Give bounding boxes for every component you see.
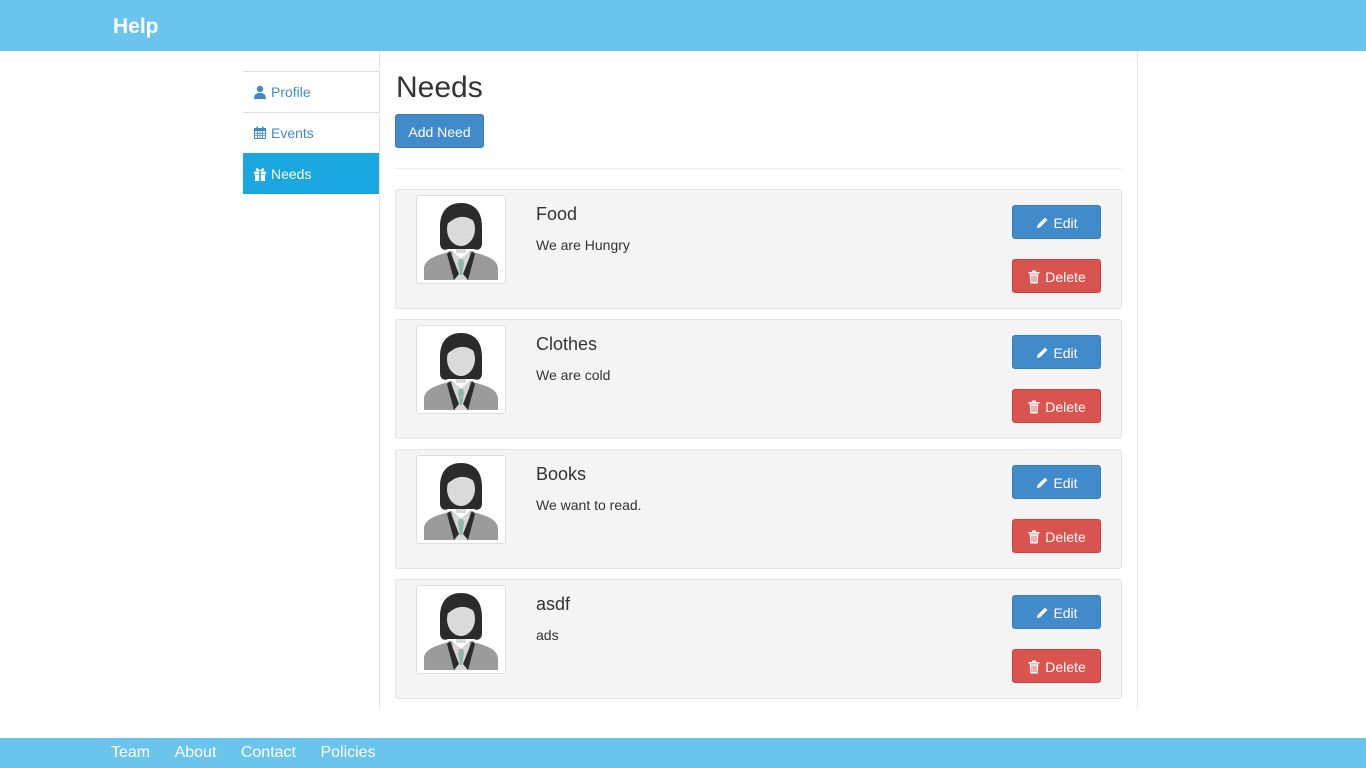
- sidebar-item-profile[interactable]: Profile: [243, 71, 379, 112]
- need-card: Clothes We are cold Edit Delete: [395, 319, 1122, 439]
- footer-link-team[interactable]: Team: [111, 738, 150, 768]
- delete-button[interactable]: Delete: [1012, 519, 1101, 553]
- add-need-button[interactable]: Add Need: [395, 114, 484, 148]
- sidebar-item-label: Events: [271, 125, 314, 141]
- need-description: We want to read.: [536, 497, 642, 513]
- need-description: We are cold: [536, 367, 611, 383]
- need-description: ads: [536, 627, 559, 643]
- edit-button[interactable]: Edit: [1012, 335, 1101, 369]
- footer-link-contact[interactable]: Contact: [241, 738, 296, 768]
- delete-button[interactable]: Delete: [1012, 259, 1101, 293]
- edit-label: Edit: [1053, 345, 1078, 361]
- need-card: Books We want to read. Edit Delete: [395, 449, 1122, 569]
- edit-label: Edit: [1053, 215, 1078, 231]
- footer-link-about[interactable]: About: [175, 738, 217, 768]
- delete-label: Delete: [1045, 529, 1086, 545]
- need-title: Clothes: [536, 334, 598, 354]
- trash-icon: [1027, 393, 1041, 414]
- person-avatar-icon: [416, 585, 506, 674]
- trash-icon: [1027, 263, 1041, 284]
- person-avatar-icon: [416, 325, 506, 414]
- footer: Team About Contact Policies: [0, 738, 1366, 768]
- needs-list: Food We are Hungry Edit Delete Clothes W…: [395, 189, 1122, 709]
- footer-link-policies[interactable]: Policies: [320, 738, 375, 768]
- need-card: asdf ads Edit Delete: [395, 579, 1122, 699]
- pencil-icon: [1035, 339, 1049, 358]
- sidebar-nav: Profile Events Needs: [243, 71, 379, 194]
- footer-links: Team About Contact Policies: [111, 738, 396, 768]
- trash-icon: [1027, 523, 1041, 544]
- gift-icon: [253, 156, 267, 181]
- page-title: Needs: [396, 71, 483, 104]
- edit-button[interactable]: Edit: [1012, 595, 1101, 629]
- edit-button[interactable]: Edit: [1012, 205, 1101, 239]
- edit-button[interactable]: Edit: [1012, 465, 1101, 499]
- sidebar-item-needs[interactable]: Needs: [243, 153, 379, 194]
- calendar-icon: [253, 115, 267, 139]
- divider: [395, 168, 1122, 169]
- sidebar-item-label: Profile: [271, 84, 311, 100]
- pencil-icon: [1035, 599, 1049, 618]
- pencil-icon: [1035, 209, 1049, 228]
- need-description: We are Hungry: [536, 237, 630, 253]
- sidebar-item-events[interactable]: Events: [243, 112, 379, 153]
- need-title: asdf: [536, 594, 571, 614]
- delete-label: Delete: [1045, 399, 1086, 415]
- trash-icon: [1027, 653, 1041, 674]
- delete-label: Delete: [1045, 269, 1086, 285]
- person-avatar-icon: [416, 455, 506, 544]
- need-title: Books: [536, 464, 587, 484]
- person-avatar-icon: [416, 195, 506, 284]
- delete-button[interactable]: Delete: [1012, 389, 1101, 423]
- delete-label: Delete: [1045, 659, 1086, 675]
- top-navbar: Help: [0, 0, 1366, 51]
- delete-button[interactable]: Delete: [1012, 649, 1101, 683]
- edit-label: Edit: [1053, 605, 1078, 621]
- sidebar-item-label: Needs: [271, 166, 312, 182]
- pencil-icon: [1035, 469, 1049, 488]
- user-icon: [253, 74, 267, 99]
- edit-label: Edit: [1053, 475, 1078, 491]
- need-title: Food: [536, 204, 578, 224]
- need-card: Food We are Hungry Edit Delete: [395, 189, 1122, 309]
- brand-link[interactable]: Help: [113, 14, 159, 40]
